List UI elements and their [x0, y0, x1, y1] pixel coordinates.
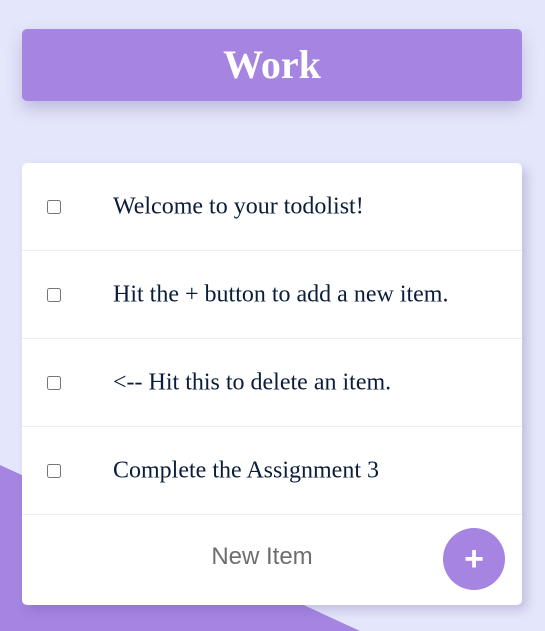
item-text: Hit the + button to add a new item.	[113, 281, 449, 307]
add-item-button[interactable]: +	[443, 528, 505, 590]
list-item: <-- Hit this to delete an item.	[22, 339, 522, 427]
item-delete-checkbox[interactable]	[47, 287, 61, 302]
todo-list-card: Welcome to your todolist! Hit the + butt…	[22, 163, 522, 605]
item-delete-checkbox[interactable]	[47, 199, 61, 214]
heading-box: Work	[22, 29, 522, 101]
item-delete-checkbox[interactable]	[47, 463, 61, 478]
item-delete-checkbox[interactable]	[47, 375, 61, 390]
new-item-input[interactable]	[142, 535, 382, 579]
list-item: Hit the + button to add a new item.	[22, 251, 522, 339]
item-text: Welcome to your todolist!	[113, 193, 364, 219]
list-title: Work	[223, 42, 321, 87]
list-item: Complete the Assignment 3	[22, 427, 522, 515]
item-text: <-- Hit this to delete an item.	[113, 369, 392, 395]
list-item: Welcome to your todolist!	[22, 163, 522, 251]
item-text: Complete the Assignment 3	[113, 457, 379, 483]
add-item-form: +	[22, 515, 522, 605]
plus-icon: +	[464, 540, 484, 578]
